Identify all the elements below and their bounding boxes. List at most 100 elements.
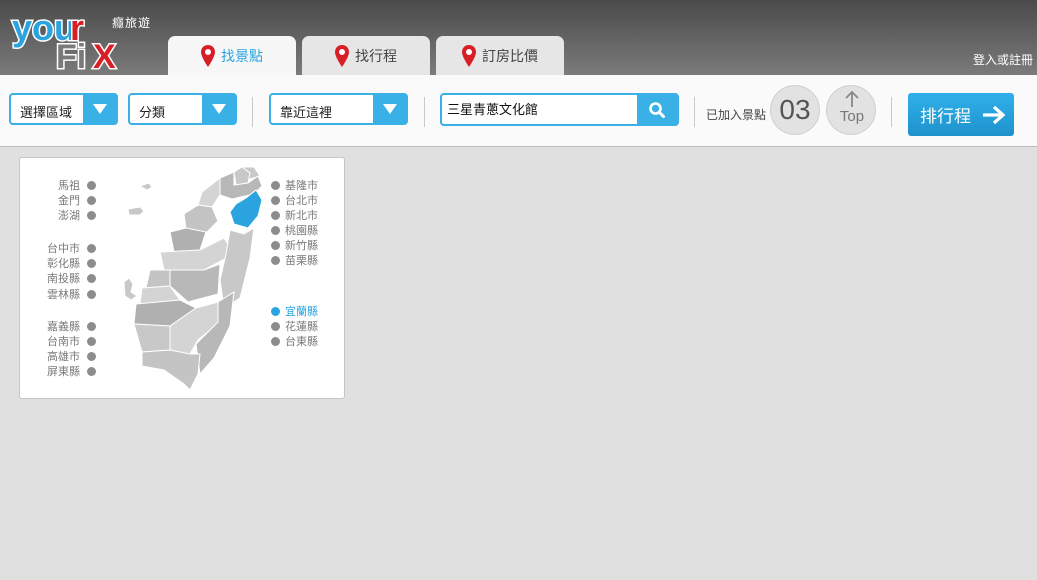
region-dot-icon [87,258,96,268]
region-dot-icon [87,180,96,190]
logo-subtitle: 癮旅遊 [112,16,152,30]
map-pin-icon [335,44,349,67]
nearby-select-label: 靠近這裡 [280,106,333,121]
region-pingtung[interactable]: 屏東縣 [47,363,96,379]
taiwan-map [123,166,263,390]
toolbar: 選擇區域 分類 靠近這裡 已加入景點 03 Top 排行程 [0,75,1037,147]
tab-find-itinerary[interactable]: 找行程 [302,36,430,75]
region-label: 台中市 [47,242,80,255]
region-dot-icon [271,195,280,205]
region-yunlin[interactable]: 雲林縣 [47,286,96,302]
region-label: 新北市 [285,209,318,222]
top-label: Top [839,108,865,125]
region-taichung[interactable]: 台中市 [47,240,96,256]
search-input[interactable] [447,101,637,116]
region-dot-icon [87,336,96,346]
region-dot-icon [271,336,280,346]
divider [252,97,253,127]
search-button[interactable] [637,95,677,124]
back-to-top-button[interactable]: Top [826,85,876,135]
region-taipei[interactable]: 台北市 [271,192,318,208]
region-changhua[interactable]: 彰化縣 [47,255,96,271]
area-select[interactable]: 選擇區域 [9,93,118,125]
region-label: 宜蘭縣 [285,305,318,318]
region-dot-icon [87,321,96,331]
region-dot-icon [271,255,280,265]
added-count-badge[interactable]: 03 [770,85,820,135]
tab-label: 找行程 [355,48,397,65]
region-label: 高雄市 [47,350,80,363]
county-taoyuan [197,176,221,208]
region-dot-icon [271,321,280,331]
region-chiayi[interactable]: 嘉義縣 [47,318,96,334]
region-matsu[interactable]: 馬祖 [58,177,96,193]
region-taoyuan[interactable]: 桃園縣 [271,222,318,238]
map-pin-icon [462,44,476,67]
region-label: 嘉義縣 [47,320,80,333]
region-keelung[interactable]: 基隆市 [271,177,318,193]
region-label: 台東縣 [285,335,318,348]
region-dot-icon [271,240,280,250]
region-dot-icon [271,210,280,220]
tab-hotel-compare[interactable]: 訂房比價 [436,36,564,75]
plan-itinerary-button[interactable]: 排行程 [908,93,1014,136]
region-dot-icon [87,351,96,361]
region-dot-icon [271,180,280,190]
region-dot-icon [87,289,96,299]
region-dot-icon [271,306,280,316]
region-label: 基隆市 [285,179,318,192]
region-label: 彰化縣 [47,257,80,270]
region-kinmen[interactable]: 金門 [58,192,96,208]
login-register-link[interactable]: 登入或註冊 [973,51,1033,68]
region-label: 澎湖 [58,209,80,222]
region-hualien[interactable]: 花蓮縣 [271,318,318,334]
chevron-down-icon [373,95,406,123]
region-hsinchu[interactable]: 新竹縣 [271,237,318,253]
plan-button-label: 排行程 [920,107,971,127]
region-label: 屏東縣 [47,365,80,378]
svg-text:Fi: Fi [56,38,86,72]
region-label: 桃園縣 [285,224,318,237]
penghu-island [123,277,138,301]
tab-label: 找景點 [221,48,263,65]
svg-text:X: X [93,38,116,72]
region-penghu[interactable]: 澎湖 [58,207,96,223]
region-kaohsiung[interactable]: 高雄市 [47,348,96,364]
region-yilan[interactable]: 宜蘭縣 [271,303,318,319]
region-nantou[interactable]: 南投縣 [47,270,96,286]
divider [891,97,892,127]
divider [694,97,695,127]
divider [424,97,425,127]
region-label: 台南市 [47,335,80,348]
arrow-up-icon [845,90,859,107]
region-label: 新竹縣 [285,239,318,252]
chevron-down-icon [202,95,235,123]
nearby-select[interactable]: 靠近這裡 [269,93,408,125]
region-dot-icon [87,243,96,253]
region-dot-icon [87,273,96,283]
region-label: 金門 [58,194,80,207]
region-label: 馬祖 [58,179,80,192]
category-select-label: 分類 [139,106,166,121]
category-select[interactable]: 分類 [128,93,237,125]
region-miaoli[interactable]: 苗栗縣 [271,252,318,268]
top-header: you r Fi X 癮旅遊 找景點 找行程 訂房比價 登入或註冊 [0,0,1037,75]
region-taitung[interactable]: 台東縣 [271,333,318,349]
region-dot-icon [271,225,280,235]
chevron-down-icon [83,95,116,123]
region-label: 台北市 [285,194,318,207]
county-miaoli [169,227,207,253]
region-label: 南投縣 [47,272,80,285]
county-tainan [133,323,171,353]
region-label: 花蓮縣 [285,320,318,333]
map-pin-icon [201,44,215,67]
region-map-card: 馬祖 金門 澎湖 台中市 彰化縣 南投縣 雲林縣 嘉義縣 台南市 高雄市 屏東縣… [19,157,345,399]
region-new-taipei[interactable]: 新北市 [271,207,318,223]
tab-find-spots[interactable]: 找景點 [168,36,296,75]
kinmen-island [127,206,145,216]
county-pingtung [141,349,201,390]
region-dot-icon [87,210,96,220]
region-tainan[interactable]: 台南市 [47,333,96,349]
search-icon [649,101,665,118]
arrow-right-icon [983,105,1006,124]
